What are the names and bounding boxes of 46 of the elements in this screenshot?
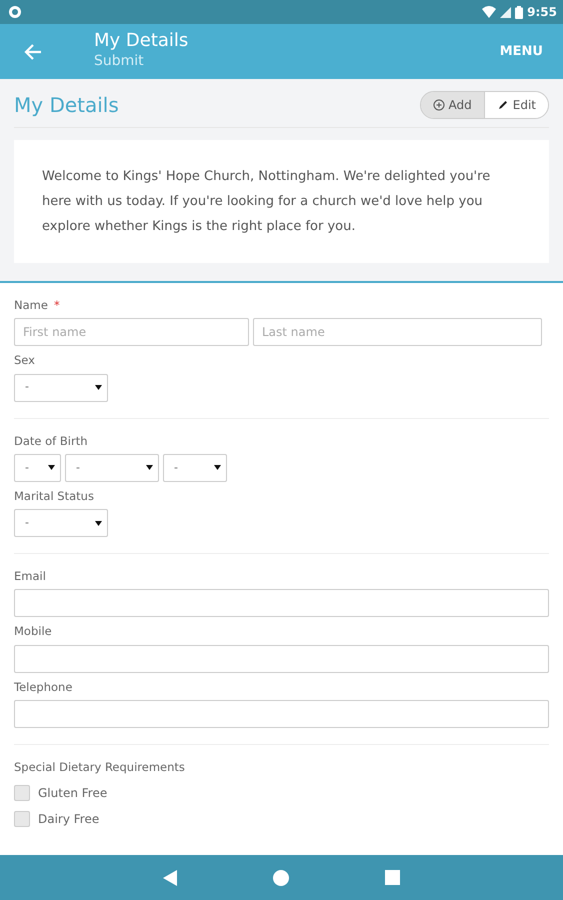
text-field[interactable]	[14, 589, 549, 618]
text-field[interactable]	[14, 644, 549, 672]
signal-icon	[500, 6, 512, 18]
notification-icon	[8, 5, 22, 19]
back-arrow-icon[interactable]	[24, 44, 42, 60]
text-field[interactable]: Last name	[253, 318, 542, 346]
pencil-icon	[496, 99, 509, 111]
required-marker: *	[54, 298, 60, 312]
text-field[interactable]	[14, 700, 549, 728]
plus-circle-icon	[432, 99, 445, 111]
text-field[interactable]: First name	[14, 318, 249, 346]
checkbox-label: Dairy Free	[38, 811, 100, 828]
app-bar-title: My Details	[94, 31, 190, 51]
menu-button[interactable]: MENU	[496, 38, 547, 66]
field-label: Special Dietary Requirements	[14, 760, 185, 774]
wifi-icon	[482, 6, 496, 18]
field-label: Telephone	[14, 680, 72, 694]
dropdown-caret-icon	[95, 385, 102, 390]
dropdown-caret-icon	[95, 520, 102, 526]
select-field[interactable]: -	[14, 454, 61, 482]
dropdown-caret-icon	[146, 465, 153, 470]
field-label: Marital Status	[14, 488, 94, 503]
field-label: Email	[14, 569, 46, 583]
status-time: 9:55	[527, 4, 557, 21]
field-label: Name	[14, 298, 48, 312]
home-nav-icon[interactable]	[273, 870, 289, 886]
field-label: Mobile	[14, 624, 52, 638]
welcome-message: Welcome to Kings' Hope Church, Nottingham. We're delighted you're here with us today. If you're looking for a church we'd love help you explore whether Kings is the right place for you.	[14, 140, 549, 263]
select-field[interactable]: -	[14, 374, 108, 402]
battery-icon	[515, 6, 524, 18]
field-label: Date of Birth	[14, 434, 88, 448]
select-field[interactable]: -	[163, 454, 227, 482]
app-bar-subtitle: Submit	[94, 52, 145, 71]
page-title: My Details	[14, 93, 119, 117]
recents-nav-icon[interactable]	[385, 870, 400, 885]
back-nav-icon[interactable]	[163, 870, 177, 886]
checkbox[interactable]	[14, 811, 30, 827]
checkbox-label: Gluten Free	[38, 785, 108, 802]
mode-toggle[interactable]: Edit	[484, 92, 548, 118]
checkbox[interactable]	[14, 785, 30, 801]
mode-toggle[interactable]: Add	[420, 92, 484, 118]
select-field[interactable]: -	[14, 509, 108, 537]
field-label: Sex	[14, 353, 35, 368]
dropdown-caret-icon	[214, 465, 221, 470]
select-field[interactable]: -	[65, 454, 159, 482]
dropdown-caret-icon	[48, 465, 55, 470]
